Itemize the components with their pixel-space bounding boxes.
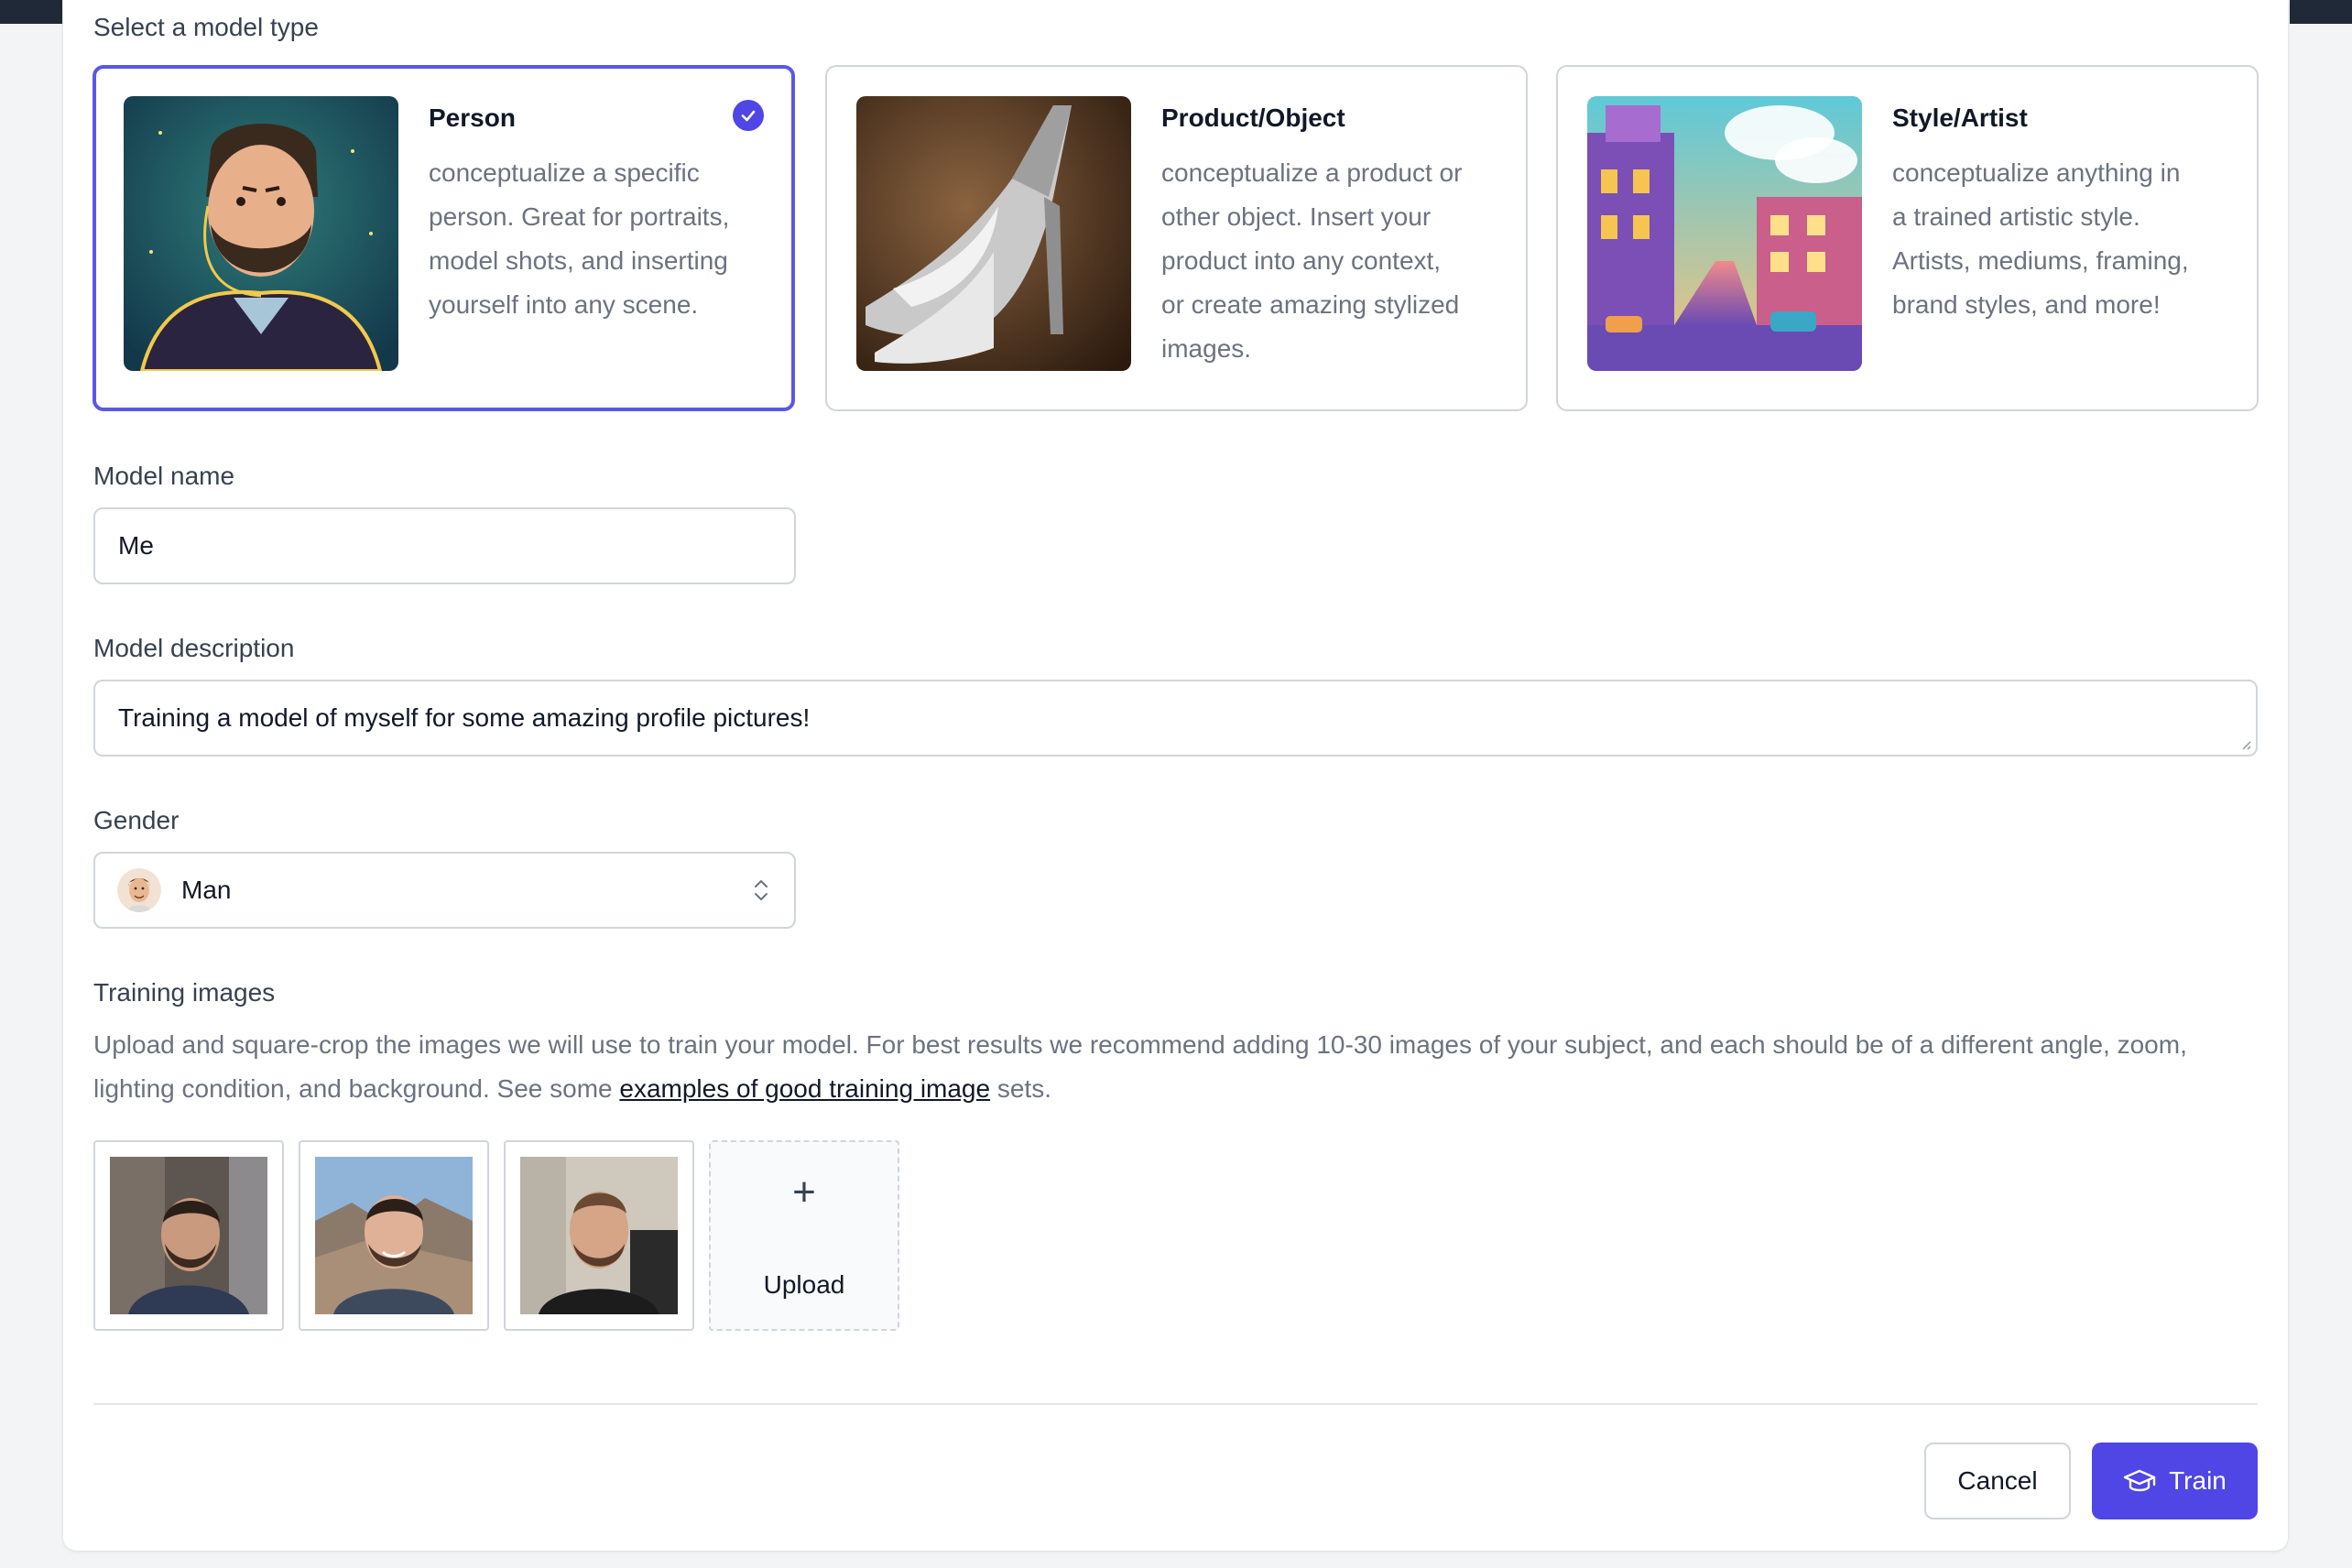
model-type-card-style[interactable]: Style/Artist conceptualize anything in a… bbox=[1556, 65, 2259, 411]
gender-select[interactable]: Man bbox=[93, 852, 796, 929]
product-thumbnail bbox=[856, 96, 1131, 371]
model-type-description: conceptualize anything in a trained arti… bbox=[1892, 158, 2189, 319]
plus-icon: + bbox=[792, 1170, 816, 1214]
training-photo bbox=[315, 1157, 473, 1314]
training-image-thumbnail[interactable] bbox=[299, 1140, 489, 1331]
model-type-card-product[interactable]: Product/Object conceptualize a product o… bbox=[825, 65, 1528, 411]
model-type-title: Product/Object bbox=[1161, 103, 1345, 132]
model-description-textarea[interactable]: Training a model of myself for some amaz… bbox=[93, 680, 2258, 757]
training-image-thumbnail[interactable] bbox=[504, 1140, 694, 1331]
person-thumbnail bbox=[124, 96, 398, 371]
model-description-text: Training a model of myself for some amaz… bbox=[118, 703, 811, 732]
resize-handle-icon[interactable] bbox=[2238, 736, 2252, 751]
model-type-card-person[interactable]: Person conceptualize a specific person. … bbox=[93, 65, 795, 411]
check-circle-icon bbox=[733, 100, 764, 131]
train-button[interactable]: Train bbox=[2092, 1443, 2258, 1519]
train-label: Train bbox=[2169, 1466, 2227, 1495]
gender-label: Gender bbox=[93, 806, 180, 834]
training-image-thumbnail[interactable] bbox=[93, 1140, 284, 1331]
training-photo bbox=[110, 1157, 267, 1314]
top-bar-left bbox=[0, 0, 62, 24]
training-images-label: Training images bbox=[93, 978, 276, 1007]
model-type-title: Person bbox=[429, 103, 516, 132]
man-avatar-icon bbox=[117, 868, 161, 912]
gender-value: Man bbox=[181, 876, 232, 904]
training-images-help: Upload and square-crop the images we wil… bbox=[93, 1023, 2273, 1111]
model-name-input[interactable]: Me bbox=[93, 507, 796, 584]
training-photo bbox=[520, 1157, 678, 1314]
examples-link[interactable]: examples of good training image bbox=[619, 1074, 990, 1103]
top-bar-right bbox=[2290, 0, 2352, 24]
upload-button[interactable]: + Upload bbox=[709, 1140, 899, 1331]
chevron-up-down-icon bbox=[755, 880, 768, 900]
model-description-label: Model description bbox=[93, 634, 295, 662]
model-type-label: Select a model type bbox=[93, 13, 319, 41]
style-thumbnail bbox=[1587, 96, 1862, 371]
training-help-text: Upload and square-crop the images we wil… bbox=[93, 1030, 2187, 1103]
model-type-description: conceptualize a specific person. Great f… bbox=[429, 158, 730, 319]
footer-divider bbox=[93, 1403, 2258, 1405]
upload-label: Upload bbox=[763, 1270, 845, 1299]
model-name-label: Model name bbox=[93, 462, 235, 490]
graduation-cap-icon bbox=[2123, 1469, 2156, 1492]
training-help-suffix: sets. bbox=[990, 1074, 1051, 1103]
model-type-description: conceptualize a product or other object.… bbox=[1161, 158, 1463, 363]
cancel-button[interactable]: Cancel bbox=[1924, 1443, 2071, 1519]
model-type-title: Style/Artist bbox=[1892, 103, 2028, 132]
train-model-panel: Select a model type Person conceptualize… bbox=[63, 0, 2288, 1551]
